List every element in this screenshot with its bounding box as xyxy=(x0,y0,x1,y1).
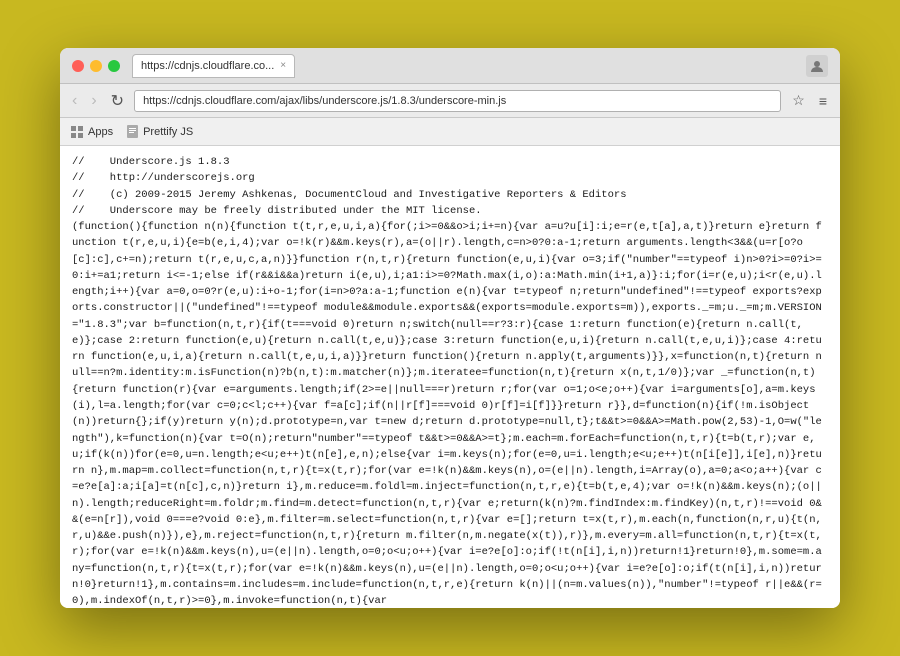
navbar: ‹ › ↻ https://cdnjs.cloudflare.com/ajax/… xyxy=(60,84,840,118)
forward-button[interactable]: › xyxy=(87,90,100,112)
document-icon xyxy=(125,125,139,139)
code-area[interactable]: // Underscore.js 1.8.3 // http://undersc… xyxy=(60,146,840,608)
browser-window: https://cdnjs.cloudflare.co... × ‹ › ↻ h… xyxy=(60,48,840,608)
url-bar[interactable]: https://cdnjs.cloudflare.com/ajax/libs/u… xyxy=(134,90,781,112)
close-button[interactable] xyxy=(72,60,84,72)
back-button[interactable]: ‹ xyxy=(68,90,81,112)
prettify-label: Prettify JS xyxy=(143,126,193,138)
person-icon xyxy=(810,59,824,73)
url-text: https://cdnjs.cloudflare.com/ajax/libs/u… xyxy=(143,95,506,107)
apps-link[interactable]: Apps xyxy=(70,125,113,139)
prettify-link[interactable]: Prettify JS xyxy=(125,125,193,139)
bookmark-button[interactable]: ☆ xyxy=(787,90,810,111)
profile-button[interactable] xyxy=(806,55,828,77)
toolbar: Apps Prettify JS xyxy=(60,118,840,146)
minimize-button[interactable] xyxy=(90,60,102,72)
menu-button[interactable]: ≡ xyxy=(814,90,832,111)
code-content: // Underscore.js 1.8.3 // http://undersc… xyxy=(72,154,828,608)
nav-actions: ☆ ≡ xyxy=(787,90,832,111)
tab-close-icon[interactable]: × xyxy=(280,60,286,71)
tab-bar: https://cdnjs.cloudflare.co... × xyxy=(132,54,806,78)
titlebar: https://cdnjs.cloudflare.co... × xyxy=(60,48,840,84)
apps-icon xyxy=(70,125,84,139)
apps-label: Apps xyxy=(88,126,113,138)
maximize-button[interactable] xyxy=(108,60,120,72)
reload-button[interactable]: ↻ xyxy=(107,89,128,113)
window-controls xyxy=(72,60,120,72)
browser-tab[interactable]: https://cdnjs.cloudflare.co... × xyxy=(132,54,295,78)
tab-title: https://cdnjs.cloudflare.co... xyxy=(141,60,274,72)
